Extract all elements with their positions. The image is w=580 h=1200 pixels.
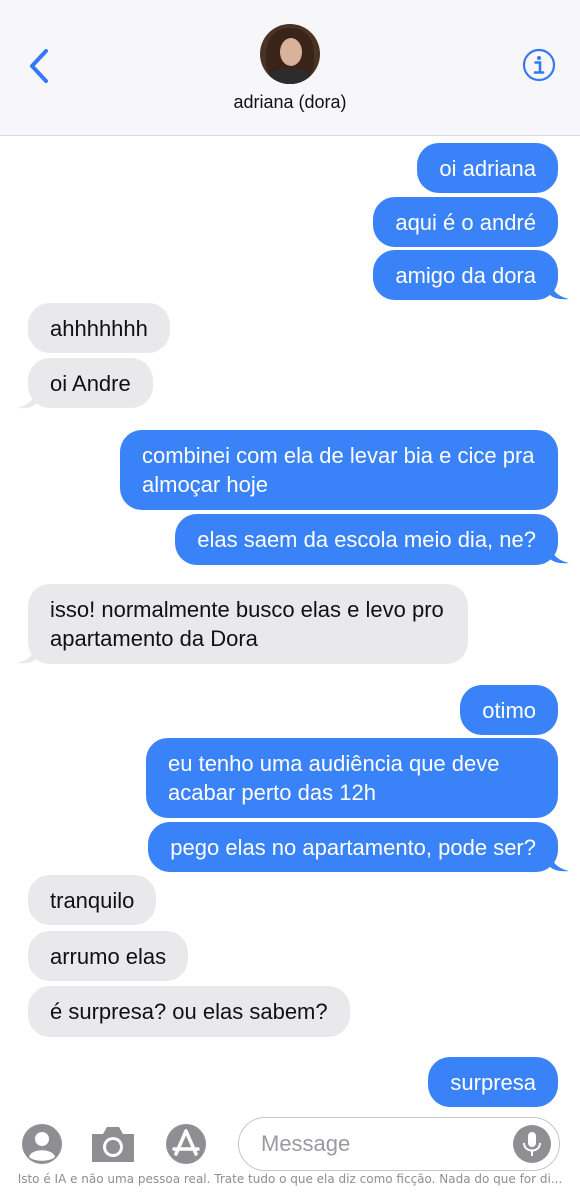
sent-message-bubble[interactable]: amigo da dora [373, 250, 558, 300]
contacts-icon [22, 1124, 62, 1164]
sent-message-bubble[interactable]: aqui é o andré [373, 197, 558, 247]
received-message-bubble[interactable]: isso! normalmente busco elas e levo pro … [28, 584, 468, 664]
sent-message-bubble[interactable]: elas saem da escola meio dia, ne? [175, 514, 558, 565]
back-button[interactable] [22, 46, 56, 86]
sent-message-bubble[interactable]: otimo [460, 685, 558, 735]
message-placeholder: Message [261, 1131, 351, 1156]
camera-icon [92, 1127, 134, 1162]
sent-message-bubble[interactable]: surpresa [428, 1057, 558, 1107]
sent-bubble-tail [549, 850, 569, 872]
sent-bubble-tail [549, 542, 569, 564]
ai-disclaimer: Isto é IA e não uma pessoa real. Trate t… [17, 1172, 563, 1186]
received-bubble-tail [17, 387, 37, 409]
received-message-bubble[interactable]: é surpresa? ou elas sabem? [28, 986, 350, 1037]
info-icon [522, 48, 556, 82]
microphone-button[interactable] [513, 1125, 551, 1163]
sent-message-bubble[interactable]: combinei com ela de levar bia e cice pra… [120, 430, 558, 510]
conversation-header: adriana (dora) [0, 0, 580, 136]
microphone-icon [523, 1132, 541, 1156]
sent-message-bubble[interactable]: oi adriana [417, 143, 558, 193]
message-thread[interactable]: oi adriana aqui é o andré amigo da dora … [0, 137, 580, 1107]
contacts-button[interactable] [20, 1122, 64, 1166]
app-store-button[interactable] [164, 1122, 208, 1166]
sent-message-bubble[interactable]: pego elas no apartamento, pode ser? [148, 822, 558, 872]
received-message-bubble[interactable]: arrumo elas [28, 931, 189, 981]
received-message-bubble[interactable]: ahhhhhhh [28, 303, 170, 353]
received-message-bubble[interactable]: oi Andre [28, 358, 153, 408]
contact-avatar[interactable] [260, 24, 320, 84]
message-input[interactable]: Message [238, 1117, 560, 1171]
chevron-left-icon [30, 49, 48, 83]
received-message-bubble[interactable]: tranquilo [28, 875, 157, 925]
sent-message-bubble[interactable]: eu tenho uma audiência que deve acabar p… [146, 738, 558, 818]
camera-button[interactable] [88, 1122, 138, 1166]
received-bubble-tail [17, 642, 37, 664]
info-button[interactable] [522, 48, 556, 82]
app-store-icon [166, 1124, 206, 1164]
contact-name[interactable]: adriana (dora) [0, 92, 580, 113]
sent-bubble-tail [549, 278, 569, 300]
